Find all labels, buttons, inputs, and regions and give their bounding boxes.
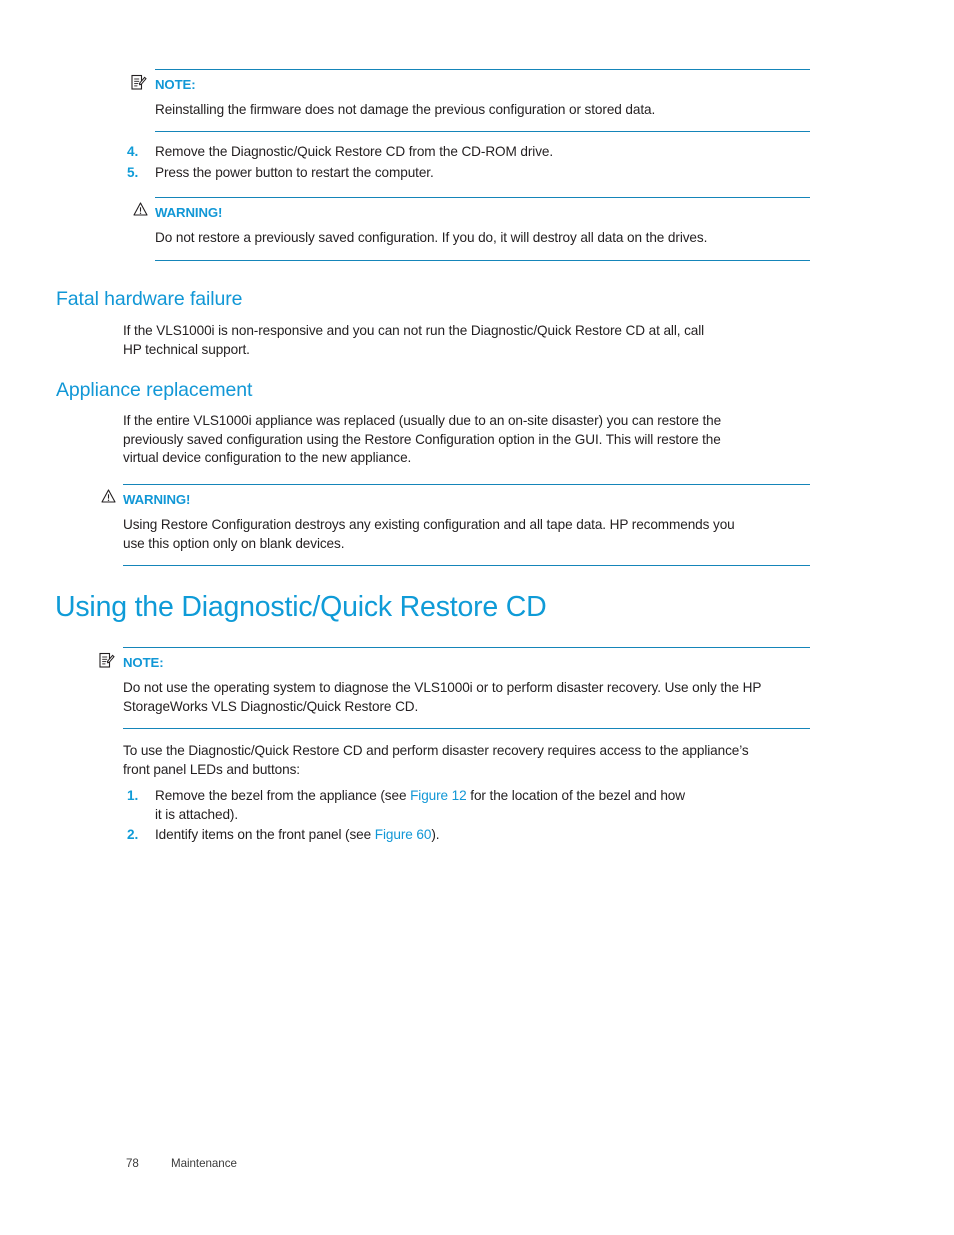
warning-bottom-rule	[123, 565, 810, 567]
step-text: Identify items on the front panel (see F…	[155, 826, 827, 845]
intro-paragraph: To use the Diagnostic/Quick Restore CD a…	[123, 742, 838, 779]
note-bottom-rule	[123, 728, 810, 730]
paragraph-line: To use the Diagnostic/Quick Restore CD a…	[123, 743, 749, 758]
paragraph-line: virtual device configuration to the new …	[123, 450, 412, 466]
note-bottom-rule	[155, 130, 810, 132]
step-text: Press the power button to restart the co…	[155, 164, 434, 180]
section-body-fatal-hardware-failure: If the VLS1000i is non-responsive and yo…	[123, 322, 833, 359]
list-item: 4. Remove the Diagnostic/Quick Restore C…	[127, 143, 827, 162]
note-label: NOTE:	[155, 77, 196, 92]
paragraph-line: front panel LEDs and buttons:	[123, 761, 300, 777]
step-number: 2.	[127, 827, 139, 843]
cross-reference-link[interactable]: Figure 60	[375, 827, 432, 842]
section-heading-appliance-replacement: Appliance replacement	[56, 379, 253, 401]
note-label: NOTE:	[123, 655, 164, 670]
step-text-pre: Identify items on the front panel (see	[155, 827, 375, 843]
step-number: 1.	[127, 788, 139, 803]
paragraph-line: HP technical support.	[123, 341, 250, 357]
paragraph-line: Using Restore Configuration destroys any…	[123, 517, 735, 532]
warning-header: WARNING!	[101, 485, 810, 508]
footer-page-number: 78	[126, 1157, 139, 1170]
warning-body: Do not restore a previously saved config…	[155, 230, 708, 245]
paragraph-line: If the VLS1000i is non-responsive and yo…	[123, 323, 705, 338]
note-header: NOTE:	[131, 70, 810, 93]
step-text-post: ).	[431, 827, 440, 843]
footer-chapter-label: Maintenance	[171, 1157, 237, 1170]
note-block-firmware: NOTE: Reinstalling the firmware does not…	[131, 69, 810, 132]
step-text-line-2: it is attached).	[155, 806, 239, 822]
cross-reference-link[interactable]: Figure 12	[410, 788, 467, 803]
paragraph-line: StorageWorks VLS Diagnostic/Quick Restor…	[123, 698, 419, 714]
warning-label: WARNING!	[155, 205, 223, 220]
steps-list-procedure: 1. Remove the bezel from the appliance (…	[127, 787, 827, 847]
warning-block-restore-configuration: WARNING! Using Restore Configuration des…	[101, 484, 810, 567]
warning-triangle-icon	[101, 489, 116, 503]
step-text-post: for the location of the bezel and how	[466, 788, 685, 803]
paragraph-line: Do not use the operating system to diagn…	[123, 680, 762, 695]
paragraph-line: If the entire VLS1000i appliance was rep…	[123, 413, 722, 428]
warning-triangle-icon	[133, 202, 148, 216]
page-title: Using the Diagnostic/Quick Restore CD	[55, 591, 547, 623]
section-heading-fatal-hardware-failure: Fatal hardware failure	[56, 288, 243, 310]
list-item: 5. Press the power button to restart the…	[127, 164, 827, 183]
step-number: 4.	[127, 144, 139, 159]
paragraph-line: previously saved configuration using the…	[123, 431, 721, 447]
note-body: Do not use the operating system to diagn…	[123, 679, 810, 716]
note-header: NOTE:	[99, 648, 810, 671]
list-item: 2. Identify items on the front panel (se…	[127, 826, 827, 845]
warning-header: WARNING!	[133, 198, 810, 221]
step-text-pre: Remove the bezel from the appliance (see	[155, 788, 411, 803]
warning-bottom-rule	[155, 259, 810, 261]
list-item: 1. Remove the bezel from the appliance (…	[127, 787, 827, 824]
note-icon	[98, 652, 115, 669]
warning-block-restore: WARNING! Do not restore a previously sav…	[133, 197, 810, 261]
note-block-diagnose: NOTE: Do not use the operating system to…	[99, 647, 810, 730]
warning-body: Using Restore Configuration destroys any…	[123, 516, 810, 553]
section-body-appliance-replacement: If the entire VLS1000i appliance was rep…	[123, 412, 838, 468]
note-icon	[130, 74, 147, 91]
warning-label: WARNING!	[123, 492, 191, 507]
step-number: 5.	[127, 164, 139, 180]
document-page: NOTE: Reinstalling the firmware does not…	[0, 0, 954, 1235]
step-text: Remove the Diagnostic/Quick Restore CD f…	[155, 144, 554, 159]
paragraph-line: use this option only on blank devices.	[123, 535, 345, 551]
note-body: Reinstalling the firmware does not damag…	[155, 102, 656, 117]
steps-list-restore: 4. Remove the Diagnostic/Quick Restore C…	[127, 143, 827, 184]
page-footer: 78 Maintenance	[126, 1157, 526, 1175]
step-text: Remove the bezel from the appliance (see…	[155, 787, 827, 824]
